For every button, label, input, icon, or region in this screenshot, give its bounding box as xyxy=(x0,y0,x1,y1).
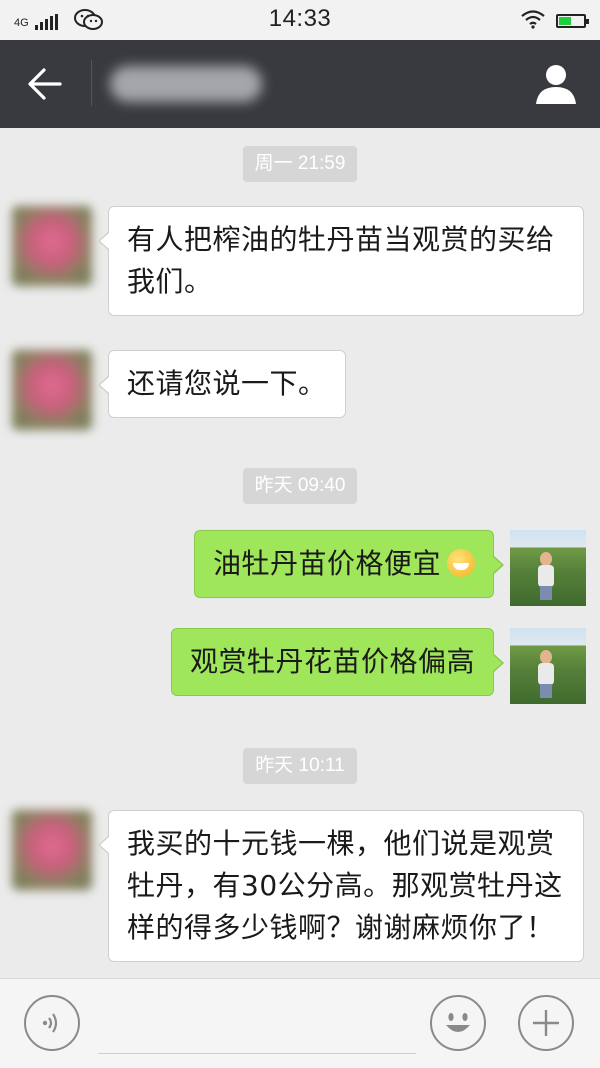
voice-button[interactable] xyxy=(24,995,80,1051)
timestamp: 昨天 09:40 xyxy=(0,468,600,504)
message-incoming[interactable]: 还请您说一下。 xyxy=(98,350,346,418)
battery-icon xyxy=(556,14,589,28)
message-outgoing[interactable]: 观赏牡丹花苗价格偏高 xyxy=(170,628,505,696)
plus-icon xyxy=(533,1010,559,1036)
message-text: 我买的十元钱一棵，他们说是观赏牡丹，有30公分高。那观赏牡丹这样的得多少钱啊？谢… xyxy=(127,827,563,944)
status-right xyxy=(520,9,589,33)
arrow-left-icon xyxy=(28,68,62,100)
status-time: 14:33 xyxy=(268,5,332,32)
more-button[interactable] xyxy=(518,995,574,1051)
contact-avatar[interactable] xyxy=(12,350,92,430)
wifi-icon xyxy=(520,9,546,33)
message-incoming[interactable]: 有人把榨油的牡丹苗当观赏的买给我们。 xyxy=(98,206,584,316)
timestamp: 周一 21:59 xyxy=(0,146,600,182)
my-avatar[interactable] xyxy=(510,530,586,606)
message-outgoing[interactable]: 油牡丹苗价格便宜 xyxy=(193,530,505,598)
smiley-icon xyxy=(446,1013,470,1032)
grinning-face-emoji-icon xyxy=(447,549,475,577)
chat-info-button[interactable] xyxy=(534,62,578,106)
timestamp-label: 昨天 09:40 xyxy=(242,468,358,504)
emoji-button[interactable] xyxy=(430,995,486,1051)
voice-icon xyxy=(42,1013,58,1033)
title-divider xyxy=(91,60,92,106)
my-avatar[interactable] xyxy=(510,628,586,704)
message-input[interactable] xyxy=(98,999,416,1054)
title-bar: ●●●●●● xyxy=(0,40,600,128)
status-bar: 4G 14:33 xyxy=(0,0,600,40)
message-text: 油牡丹苗价格便宜 xyxy=(212,547,441,580)
battery-level xyxy=(559,17,572,25)
message-text: 有人把榨油的牡丹苗当观赏的买给我们。 xyxy=(127,223,555,298)
timestamp: 昨天 10:11 xyxy=(0,748,600,784)
contact-avatar[interactable] xyxy=(12,206,92,286)
timestamp-label: 周一 21:59 xyxy=(242,146,358,182)
message-text: 观赏牡丹花苗价格偏高 xyxy=(189,645,475,678)
back-button[interactable] xyxy=(26,66,66,102)
contact-avatar[interactable] xyxy=(12,810,92,890)
person-icon xyxy=(536,65,576,104)
contact-name: ●●●●●● xyxy=(110,66,262,102)
message-text: 还请您说一下。 xyxy=(127,367,327,400)
timestamp-label: 昨天 10:11 xyxy=(243,748,357,784)
chat-area[interactable]: 周一 21:59 有人把榨油的牡丹苗当观赏的买给我们。 还请您说一下。 昨天 0… xyxy=(0,128,600,978)
message-incoming[interactable]: 我买的十元钱一棵，他们说是观赏牡丹，有30公分高。那观赏牡丹这样的得多少钱啊？谢… xyxy=(98,810,584,962)
input-bar xyxy=(0,978,600,1068)
